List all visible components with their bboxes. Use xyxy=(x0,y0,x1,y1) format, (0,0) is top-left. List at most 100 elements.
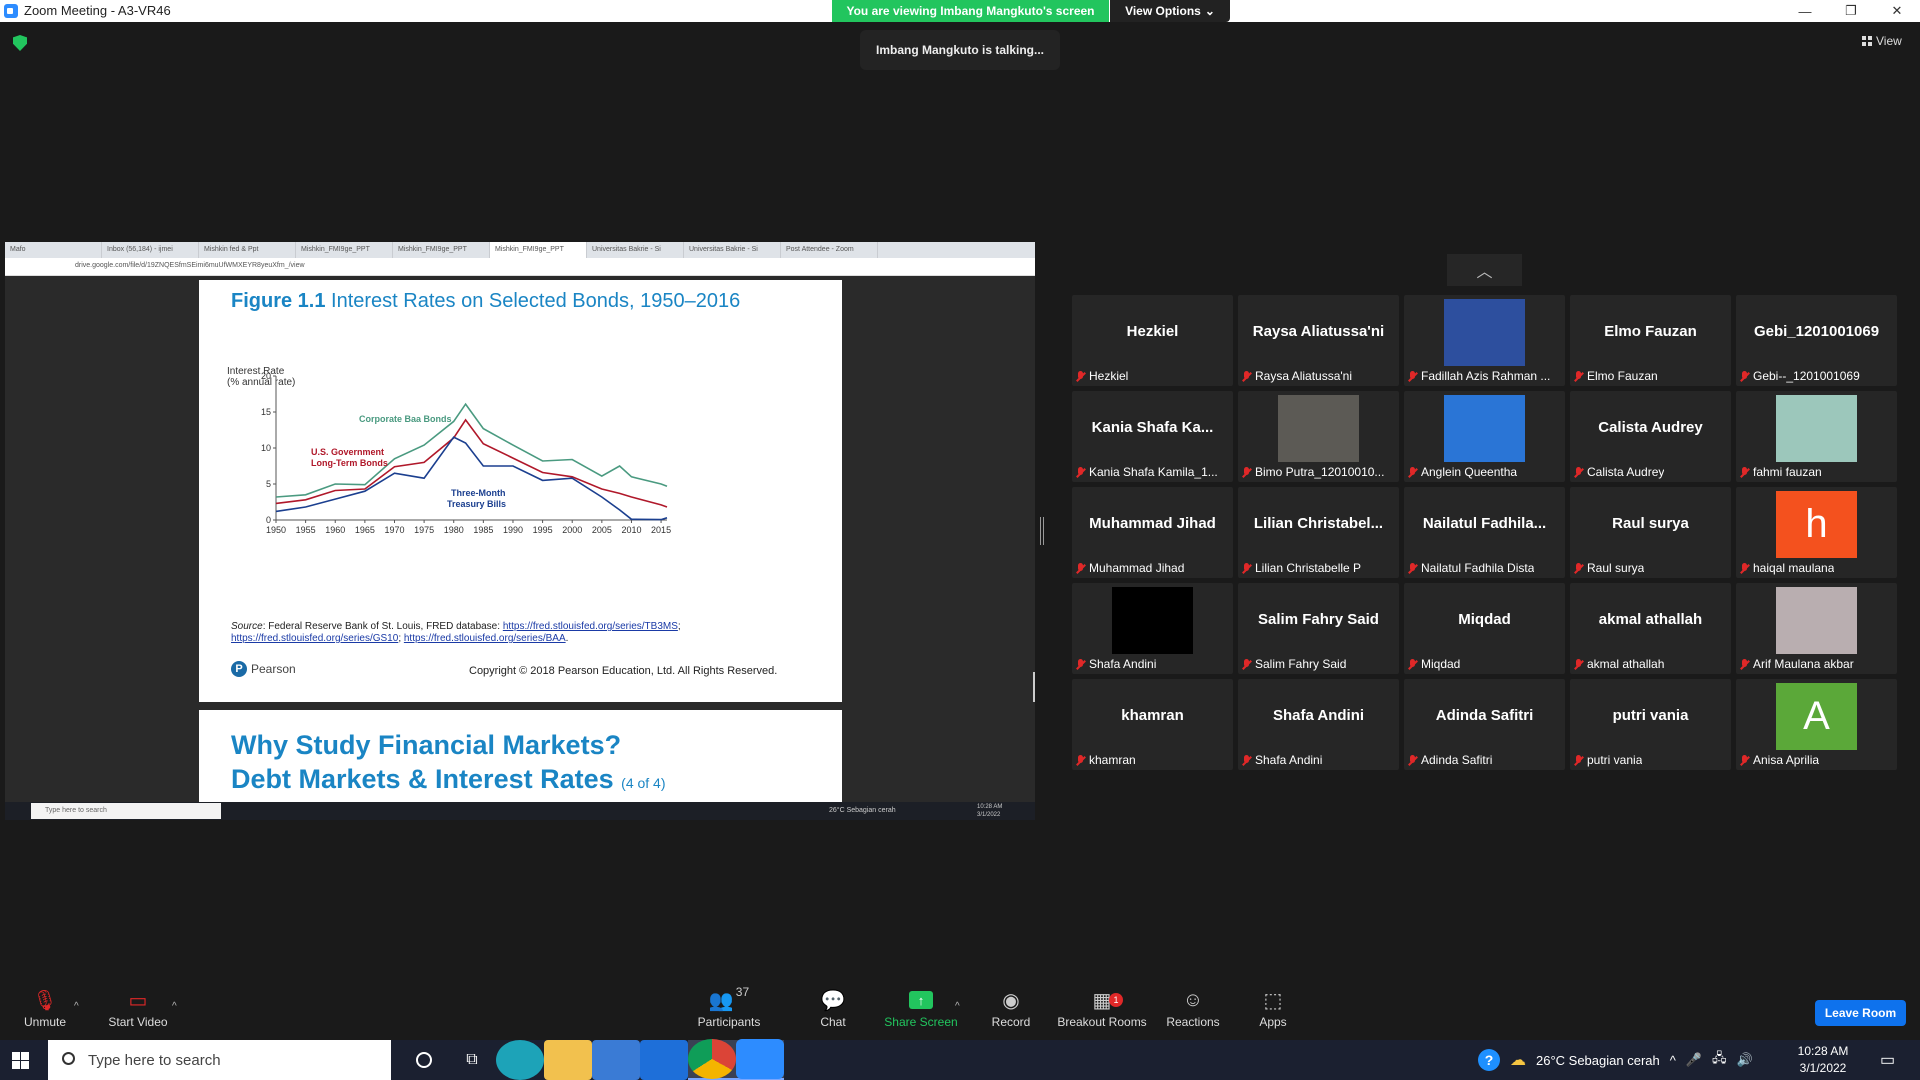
participant-tile[interactable]: putri vania putri vania xyxy=(1570,679,1731,770)
video-options-caret[interactable]: ^ xyxy=(172,1001,177,1012)
chat-button[interactable]: 💬 Chat xyxy=(788,985,878,1040)
participant-name-text: Anglein Queentha xyxy=(1421,465,1518,479)
chevron-down-icon: ⌄ xyxy=(1204,4,1215,18)
participant-tile[interactable]: Gebi_1201001069 Gebi--_1201001069 xyxy=(1736,295,1897,386)
participant-tile[interactable]: Salim Fahry Said Salim Fahry Said xyxy=(1238,583,1399,674)
tray-chevron-icon[interactable]: ^ xyxy=(1670,1053,1676,1068)
viewing-banner: You are viewing Imbang Mangkuto's screen xyxy=(832,0,1109,22)
split-handle[interactable] xyxy=(1040,517,1044,545)
view-options-button[interactable]: View Options ⌄ xyxy=(1110,0,1230,22)
network-icon[interactable]: 🖧 xyxy=(1712,1049,1727,1071)
shared-screen: Mafo Inbox (56,184) - ijmei Mishkin fed … xyxy=(5,242,1035,820)
participant-name-text: Gebi--_1201001069 xyxy=(1753,369,1860,383)
help-icon[interactable]: ? xyxy=(1478,1049,1500,1071)
source-link-gs10[interactable]: https://fred.stlouisfed.org/series/GS10 xyxy=(231,633,398,644)
view-button[interactable]: View xyxy=(1862,34,1902,48)
weather-icon[interactable]: ☁ xyxy=(1510,1050,1526,1070)
participant-tile[interactable]: Nailatul Fadhila... Nailatul Fadhila Dist… xyxy=(1404,487,1565,578)
start-video-button[interactable]: ▭ Start Video xyxy=(93,985,183,1040)
scrollbar-thumb[interactable] xyxy=(1033,672,1035,702)
audio-options-caret[interactable]: ^ xyxy=(74,1001,79,1012)
participant-name-text: Anisa Aprilia xyxy=(1753,753,1820,767)
participant-name-text: Hezkiel xyxy=(1089,369,1129,383)
participant-tile[interactable]: Fadillah Azis Rahman ... xyxy=(1404,295,1565,386)
browser-tab[interactable]: Mishkin_FMI9ge_PPT xyxy=(393,242,490,258)
file-explorer-icon[interactable] xyxy=(544,1040,592,1080)
participant-tile[interactable]: khamran khamran xyxy=(1072,679,1233,770)
reactions-button[interactable]: ☺ Reactions xyxy=(1148,985,1238,1040)
participant-display-name: khamran xyxy=(1121,706,1184,724)
zoom-taskbar-icon[interactable] xyxy=(736,1039,784,1080)
participant-tile[interactable]: Adinda Safitri Adinda Safitri xyxy=(1404,679,1565,770)
share-options-caret[interactable]: ^ xyxy=(955,1001,960,1012)
next-slide-page: (4 of 4) xyxy=(621,775,666,791)
volume-icon[interactable]: 🔊 xyxy=(1737,1052,1753,1068)
cortana-icon[interactable] xyxy=(400,1040,448,1080)
gallery-up-button[interactable]: ︿ xyxy=(1447,254,1522,286)
browser-tab[interactable]: Inbox (56,184) - ijmei xyxy=(102,242,199,258)
participant-name-label: Shafa Andini xyxy=(1242,753,1322,767)
participant-tile[interactable]: Anglein Queentha xyxy=(1404,391,1565,482)
record-button[interactable]: ◉ Record xyxy=(966,985,1056,1040)
taskbar-search[interactable]: Type here to search xyxy=(48,1040,391,1080)
participant-tile[interactable]: Shafa Andini xyxy=(1072,583,1233,674)
participant-tile[interactable]: Miqdad Miqdad xyxy=(1404,583,1565,674)
participant-tile[interactable]: Elmo Fauzan Elmo Fauzan xyxy=(1570,295,1731,386)
browser-tab[interactable]: Mishkin fed & Ppt xyxy=(199,242,296,258)
participant-name-label: Hezkiel xyxy=(1076,369,1128,383)
weather-text[interactable]: 26°C Sebagian cerah xyxy=(1536,1053,1660,1068)
address-bar[interactable]: drive.google.com/file/d/19ZNQESfmSEimi6m… xyxy=(5,258,1035,276)
apps-button[interactable]: ⬚ Apps xyxy=(1228,985,1318,1040)
chat-icon: 💬 xyxy=(820,989,846,1012)
participant-tile[interactable]: Kania Shafa Ka... Kania Shafa Kamila_1... xyxy=(1072,391,1233,482)
browser-tab[interactable]: Mishkin_FMI9ge_PPT xyxy=(296,242,393,258)
minimize-button[interactable]: — xyxy=(1782,0,1828,22)
taskbar-clock[interactable]: 10:28 AM 3/1/2022 xyxy=(1792,1043,1854,1077)
participant-tile[interactable]: Raysa Aliatussa'ni Raysa Aliatussa'ni xyxy=(1238,295,1399,386)
record-label: Record xyxy=(991,1015,1031,1029)
source-link-tb3ms[interactable]: https://fred.stlouisfed.org/series/TB3MS xyxy=(503,621,678,632)
task-view-icon[interactable]: ⧉ xyxy=(448,1040,496,1080)
participant-tile[interactable]: h haiqal maulana xyxy=(1736,487,1897,578)
close-button[interactable]: ✕ xyxy=(1874,0,1920,22)
participant-name-label: fahmi fauzan xyxy=(1740,465,1822,479)
mic-muted-icon xyxy=(1740,370,1749,382)
participant-tile[interactable]: Muhammad Jihad Muhammad Jihad xyxy=(1072,487,1233,578)
store-icon[interactable] xyxy=(592,1040,640,1080)
participant-name-label: Adinda Safitri xyxy=(1408,753,1492,767)
share-screen-icon-wrap: ↑ xyxy=(876,985,966,1015)
participant-tile[interactable]: Hezkiel Hezkiel xyxy=(1072,295,1233,386)
mail-icon[interactable] xyxy=(640,1040,688,1080)
browser-tab[interactable]: Universitas Bakrie - Si xyxy=(587,242,684,258)
participant-tile[interactable]: Raul surya Raul surya xyxy=(1570,487,1731,578)
browser-tab[interactable]: Mafo xyxy=(5,242,102,258)
leave-room-button[interactable]: Leave Room xyxy=(1815,1000,1906,1026)
browser-tab-active[interactable]: Mishkin_FMI9ge_PPT xyxy=(490,242,587,258)
edge-icon[interactable] xyxy=(496,1040,544,1080)
notification-icon[interactable]: ▭ xyxy=(1880,1050,1895,1070)
chrome-icon[interactable] xyxy=(688,1039,736,1080)
start-button[interactable] xyxy=(12,1052,29,1069)
participant-tile[interactable]: Arif Maulana akbar xyxy=(1736,583,1897,674)
browser-tab[interactable]: Post Attendee - Zoom xyxy=(781,242,878,258)
breakout-rooms-button[interactable]: ▦ 1 Breakout Rooms xyxy=(1057,985,1147,1040)
participant-tile[interactable]: Shafa Andini Shafa Andini xyxy=(1238,679,1399,770)
participant-tile[interactable]: Calista Audrey Calista Audrey xyxy=(1570,391,1731,482)
browser-tab[interactable]: Universitas Bakrie - Si xyxy=(684,242,781,258)
unmute-button[interactable]: 🎙 Unmute xyxy=(0,985,90,1040)
participants-button[interactable]: 👥 37 Participants xyxy=(684,985,774,1040)
source-link-baa[interactable]: https://fred.stlouisfed.org/series/BAA xyxy=(404,633,566,644)
participant-tile[interactable]: akmal athallah akmal athallah xyxy=(1570,583,1731,674)
participant-tile[interactable]: A Anisa Aprilia xyxy=(1736,679,1897,770)
participant-tile[interactable]: Lilian Christabel... Lilian Christabelle … xyxy=(1238,487,1399,578)
mic-muted-icon xyxy=(1408,466,1417,478)
security-shield-icon[interactable] xyxy=(13,35,27,51)
participant-name-label: Lilian Christabelle P xyxy=(1242,561,1361,575)
x-tick-label: 1970 xyxy=(384,525,404,535)
participant-tile[interactable]: fahmi fauzan xyxy=(1736,391,1897,482)
participant-tile[interactable]: Bimo Putra_12010010... xyxy=(1238,391,1399,482)
share-screen-button[interactable]: ↑ Share Screen xyxy=(876,985,966,1040)
participant-name-text: Lilian Christabelle P xyxy=(1255,561,1362,575)
microphone-tray-icon[interactable]: 🎤 xyxy=(1686,1052,1702,1068)
maximize-button[interactable]: ❐ xyxy=(1828,0,1874,22)
